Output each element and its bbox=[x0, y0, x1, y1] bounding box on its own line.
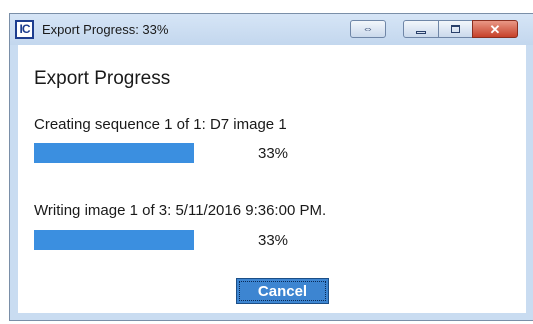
minimize-button[interactable] bbox=[403, 20, 439, 38]
double-arrow-icon: ⇔ bbox=[362, 22, 374, 35]
dialog-heading: Export Progress bbox=[34, 68, 171, 89]
maximize-button[interactable] bbox=[438, 20, 473, 38]
title-bar[interactable]: IC Export Progress: 33% ⇔ ✕ bbox=[10, 14, 533, 45]
progress-fill-sequence bbox=[34, 143, 194, 163]
cancel-button[interactable]: Cancel bbox=[236, 278, 329, 304]
dialog-content: Export Progress Creating sequence 1 of 1… bbox=[18, 45, 526, 313]
percent-text-writing: 33% bbox=[258, 232, 289, 249]
maximize-icon bbox=[451, 25, 460, 33]
percent-text-sequence: 33% bbox=[258, 145, 289, 162]
task-label-writing: Writing image 1 of 3: 5/11/2016 9:36:00 … bbox=[34, 202, 327, 219]
export-progress-window: IC Export Progress: 33% ⇔ ✕ Export Progr… bbox=[9, 13, 533, 321]
progress-bar-sequence bbox=[34, 143, 194, 163]
swap-arrows-button[interactable]: ⇔ bbox=[350, 20, 386, 38]
minimize-icon bbox=[416, 30, 426, 34]
close-icon: ✕ bbox=[489, 21, 501, 37]
progress-bar-writing bbox=[34, 230, 194, 250]
task-label-sequence: Creating sequence 1 of 1: D7 image 1 bbox=[34, 116, 287, 133]
close-button[interactable]: ✕ bbox=[472, 20, 518, 38]
window-title: Export Progress: 33% bbox=[42, 22, 169, 37]
progress-fill-writing bbox=[34, 230, 194, 250]
app-icon: IC bbox=[15, 20, 34, 39]
